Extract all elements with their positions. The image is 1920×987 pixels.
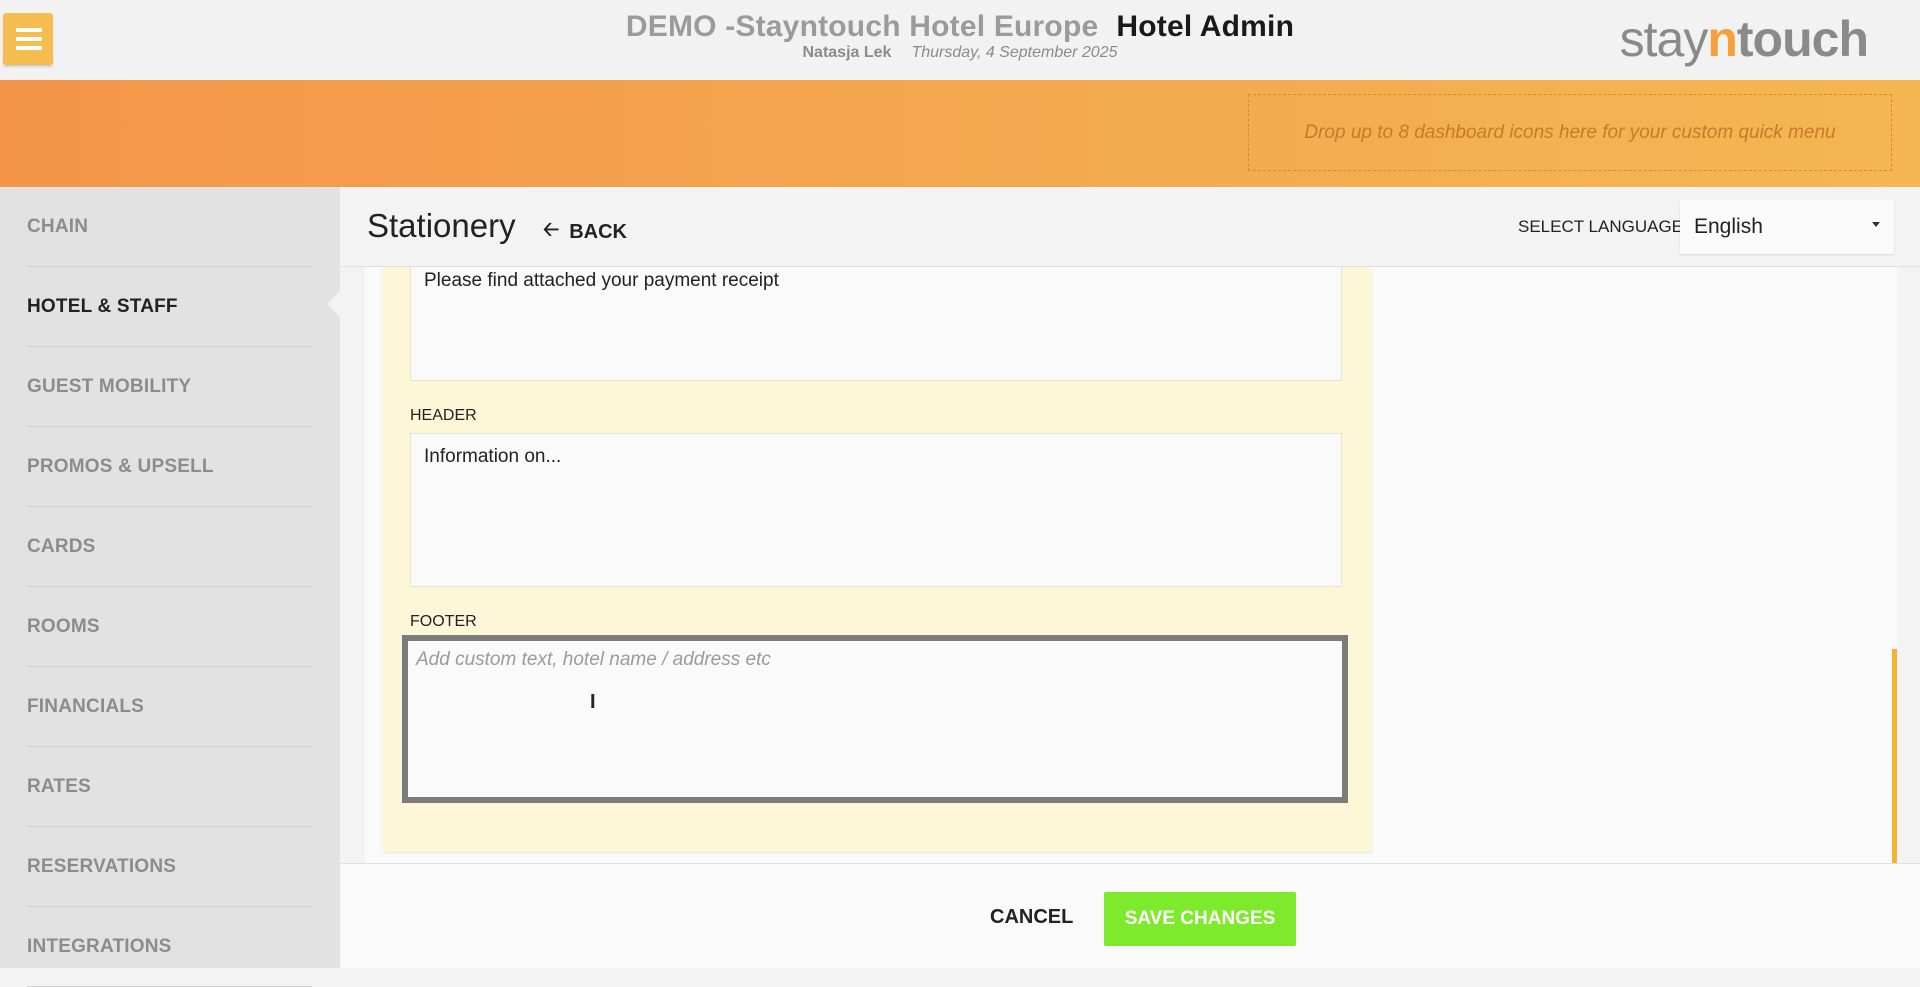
back-label: BACK bbox=[569, 220, 627, 243]
arrow-left-icon: 🡠 bbox=[543, 219, 560, 241]
brand-logo: stayntouch bbox=[1619, 11, 1869, 67]
sidebar-item-guest-mobility[interactable]: GUEST MOBILITY bbox=[27, 347, 312, 427]
sidebar: CHAIN HOTEL & STAFF GUEST MOBILITY PROMO… bbox=[0, 187, 340, 987]
content-scroll-area[interactable]: Please find attached your payment receip… bbox=[365, 267, 1897, 863]
top-header: DEMO -Stayntouch Hotel Europe Hotel Admin… bbox=[0, 0, 1920, 80]
header-text-field[interactable]: Information on... bbox=[410, 433, 1342, 587]
current-date: Thursday, 4 September 2025 bbox=[911, 44, 1118, 61]
cancel-button[interactable]: CANCEL bbox=[990, 906, 1073, 929]
language-select[interactable]: English bbox=[1680, 200, 1894, 254]
body-text-value: Please find attached your payment receip… bbox=[424, 270, 779, 291]
sidebar-item-financials[interactable]: FINANCIALS bbox=[27, 667, 312, 747]
language-value: English bbox=[1694, 215, 1763, 238]
caret-down-icon bbox=[1872, 222, 1880, 227]
select-language-label: SELECT LANGUAGE bbox=[1518, 217, 1684, 236]
app-name: Hotel Admin bbox=[1116, 10, 1295, 43]
page-title: Stationery bbox=[367, 207, 516, 244]
quick-menu-dropzone[interactable]: Drop up to 8 dashboard icons here for yo… bbox=[1248, 94, 1892, 171]
stationery-form-panel: Please find attached your payment receip… bbox=[382, 267, 1372, 852]
main-area: Stationery 🡠 BACK SELECT LANGUAGE Englis… bbox=[341, 187, 1920, 968]
footer-placeholder: Add custom text, hotel name / address et… bbox=[416, 649, 771, 670]
sidebar-item-promos-upsell[interactable]: PROMOS & UPSELL bbox=[27, 427, 312, 507]
body-text-field[interactable]: Please find attached your payment receip… bbox=[410, 267, 1342, 381]
back-button[interactable]: 🡠 BACK bbox=[543, 215, 627, 249]
text-cursor-icon: I bbox=[590, 691, 596, 713]
header-field-label: HEADER bbox=[410, 407, 477, 424]
hotel-name: DEMO -Stayntouch Hotel Europe bbox=[625, 10, 1099, 43]
sidebar-item-reservations[interactable]: RESERVATIONS bbox=[27, 827, 312, 907]
sidebar-item-rooms[interactable]: ROOMS bbox=[27, 587, 312, 667]
save-changes-button[interactable]: SAVE CHANGES bbox=[1104, 892, 1296, 946]
user-name: Natasja Lek bbox=[802, 44, 892, 61]
sidebar-item-cards[interactable]: CARDS bbox=[27, 507, 312, 587]
header-text-value: Information on... bbox=[424, 446, 562, 467]
sidebar-item-rates[interactable]: RATES bbox=[27, 747, 312, 827]
sidebar-item-hotel-staff[interactable]: HOTEL & STAFF bbox=[27, 267, 312, 347]
sidebar-item-chain[interactable]: CHAIN bbox=[27, 187, 312, 267]
active-indicator-arrow bbox=[327, 290, 341, 318]
footer-field-label: FOOTER bbox=[410, 613, 477, 630]
quick-menu-band: Drop up to 8 dashboard icons here for yo… bbox=[0, 80, 1920, 187]
action-bar: CANCEL SAVE CHANGES bbox=[341, 863, 1920, 968]
footer-text-field[interactable]: Add custom text, hotel name / address et… bbox=[402, 635, 1348, 803]
page-header: Stationery 🡠 BACK SELECT LANGUAGE Englis… bbox=[341, 187, 1920, 267]
sidebar-item-integrations[interactable]: INTEGRATIONS bbox=[27, 907, 312, 987]
vertical-scrollbar[interactable] bbox=[1892, 649, 1897, 863]
